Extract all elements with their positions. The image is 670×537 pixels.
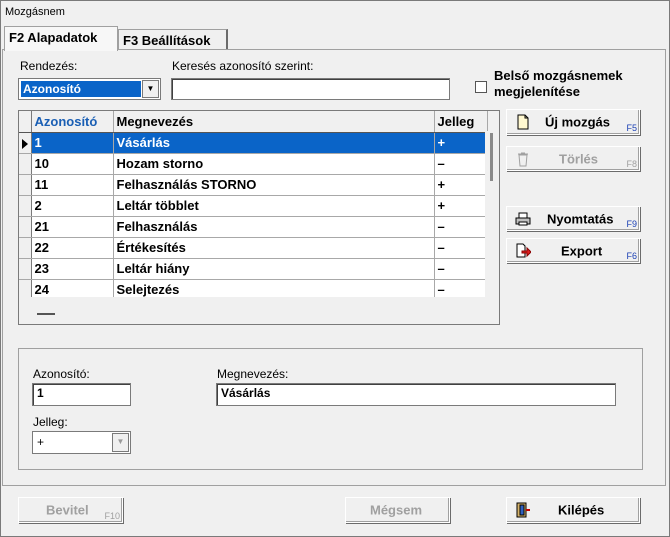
detail-type-value: + xyxy=(37,435,45,449)
scrollbar-thumb[interactable] xyxy=(37,313,55,315)
search-label: Keresés azonosító szerint: xyxy=(172,59,314,73)
exit-door-icon xyxy=(516,502,530,518)
cell-id[interactable]: 11 xyxy=(31,174,114,196)
window-title: Mozgásnem xyxy=(5,6,65,18)
cancel-button[interactable]: Mégsem xyxy=(345,497,450,523)
sort-label: Rendezés: xyxy=(20,59,78,73)
chevron-down-icon[interactable]: ▼ xyxy=(112,433,129,452)
new-movement-label: Új mozgás xyxy=(545,114,611,130)
sort-select-value: Azonosító xyxy=(21,81,141,97)
internal-types-label-line2: megjelenítése xyxy=(494,84,580,99)
trash-icon xyxy=(518,152,528,166)
print-button[interactable]: Nyomtatás F9 xyxy=(506,206,640,231)
cell-type[interactable]: + xyxy=(434,195,488,217)
cell-type[interactable]: + xyxy=(434,174,488,196)
table-row[interactable]: 2 Leltár többlet + xyxy=(19,195,488,217)
grid-vertical-scrollbar[interactable] xyxy=(485,131,499,297)
exit-button[interactable]: Kilépés xyxy=(506,497,640,523)
cell-name[interactable]: Értékesítés xyxy=(113,237,435,259)
submit-label: Bevitel xyxy=(46,502,89,518)
delete-hotkey: F8 xyxy=(626,159,637,169)
detail-id-field[interactable]: 1 xyxy=(32,383,131,406)
cell-name[interactable]: Felhasználás xyxy=(113,216,435,238)
search-input[interactable] xyxy=(171,78,450,100)
table-row[interactable]: 23 Leltár hiány – xyxy=(19,258,488,280)
table-row[interactable]: 21 Felhasználás – xyxy=(19,216,488,238)
movement-type-grid[interactable]: Azonosító Megnevezés Jelleg 1 Vásárlás +… xyxy=(18,110,500,325)
table-row[interactable]: 22 Értékesítés – xyxy=(19,237,488,259)
export-hotkey: F6 xyxy=(626,251,637,261)
table-row[interactable]: 1 Vásárlás + xyxy=(19,132,488,154)
cell-name[interactable]: Leltár többlet xyxy=(113,195,435,217)
tab-beallitasok[interactable]: F3 Beállítások xyxy=(118,29,228,51)
grid-horizontal-scrollbar[interactable] xyxy=(19,297,499,324)
sort-select[interactable]: Azonosító ▼ xyxy=(18,78,161,100)
export-button[interactable]: Export F6 xyxy=(506,238,640,263)
cell-type[interactable]: – xyxy=(434,258,488,280)
detail-name-field[interactable]: Vásárlás xyxy=(216,383,616,406)
cell-type[interactable]: + xyxy=(434,132,488,154)
detail-type-label: Jelleg: xyxy=(33,415,68,429)
column-header-type[interactable]: Jelleg xyxy=(434,111,488,133)
new-movement-hotkey: F5 xyxy=(626,123,637,133)
print-hotkey: F9 xyxy=(626,219,637,229)
new-document-icon xyxy=(517,114,529,130)
submit-hotkey: F10 xyxy=(104,511,120,521)
cell-id[interactable]: 1 xyxy=(31,132,114,154)
table-row[interactable]: 11 Felhasználás STORNO + xyxy=(19,174,488,196)
new-movement-button[interactable]: Új mozgás F5 xyxy=(506,109,640,135)
table-row[interactable]: 10 Hozam storno – xyxy=(19,153,488,175)
row-pointer-icon xyxy=(19,132,32,154)
cancel-label: Mégsem xyxy=(370,502,423,518)
export-icon xyxy=(516,243,531,257)
cell-name[interactable]: Felhasználás STORNO xyxy=(113,174,435,196)
printer-icon xyxy=(515,212,531,225)
export-label: Export xyxy=(561,243,603,258)
delete-button[interactable]: Törlés F8 xyxy=(506,146,640,171)
cell-id[interactable]: 23 xyxy=(31,258,114,280)
cell-type[interactable]: – xyxy=(434,237,488,259)
grid-indicator-header xyxy=(19,111,32,133)
exit-label: Kilépés xyxy=(558,502,605,518)
cell-type[interactable]: – xyxy=(434,216,488,238)
chevron-down-icon[interactable]: ▼ xyxy=(142,80,159,98)
delete-label: Törlés xyxy=(559,151,599,166)
cell-id[interactable]: 2 xyxy=(31,195,114,217)
cell-id[interactable]: 10 xyxy=(31,153,114,175)
scrollbar-thumb[interactable] xyxy=(490,133,493,181)
cell-name[interactable]: Vásárlás xyxy=(113,132,435,154)
detail-id-label: Azonosító: xyxy=(33,367,90,381)
print-label: Nyomtatás xyxy=(547,211,614,226)
cell-id[interactable]: 22 xyxy=(31,237,114,259)
internal-types-checkbox[interactable] xyxy=(475,81,487,93)
cell-id[interactable]: 21 xyxy=(31,216,114,238)
column-header-name[interactable]: Megnevezés xyxy=(113,111,435,133)
column-header-id[interactable]: Azonosító xyxy=(31,111,114,133)
cell-name[interactable]: Hozam storno xyxy=(113,153,435,175)
internal-types-label-line1: Belső mozgásnemek xyxy=(494,68,623,83)
detail-type-select[interactable]: + ▼ xyxy=(32,431,131,454)
detail-name-label: Megnevezés: xyxy=(217,367,289,381)
submit-button[interactable]: Bevitel F10 xyxy=(18,497,123,523)
cell-type[interactable]: – xyxy=(434,153,488,175)
internal-types-label: Belső mozgásnemek megjelenítése xyxy=(494,68,623,100)
cell-name[interactable]: Leltár hiány xyxy=(113,258,435,280)
tab-alapadatok[interactable]: F2 Alapadatok xyxy=(4,26,118,51)
